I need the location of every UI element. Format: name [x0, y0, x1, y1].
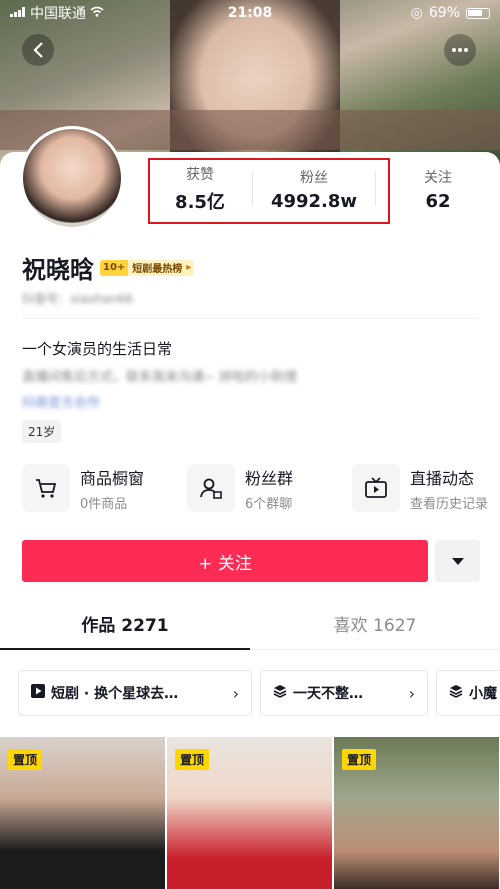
feature-subtitle: 查看历史记录 [410, 496, 489, 512]
group-icon [187, 464, 235, 512]
tab-likes[interactable]: 喜欢 1627 [250, 604, 500, 649]
bio-line: 直播间售后方式，联系我来沟通~ 拼啦的小助理 [22, 370, 298, 385]
collection-item[interactable]: 一天不整… › [260, 670, 428, 716]
feature-title: 直播动态 [410, 468, 475, 488]
feature-title: 粉丝群 [245, 468, 294, 488]
stat-following[interactable]: 关注 62 [376, 158, 500, 220]
profile-card: 获赞 8.5亿 粉丝 4992.8w 关注 62 祝晓晗 10+ 短剧最热榜 ▸… [0, 126, 500, 889]
cart-icon [22, 464, 70, 512]
more-dots-icon [452, 48, 468, 52]
live-icon [352, 464, 400, 512]
stat-value: 62 [425, 190, 451, 212]
feature-title: 商品橱窗 [80, 468, 145, 488]
tab-works[interactable]: 作品 2271 [0, 604, 250, 650]
age-tag: 21岁 [22, 420, 62, 443]
rank-badge[interactable]: 10+ 短剧最热榜 ▸ [100, 259, 195, 276]
bio-line: 一个女演员的生活日常 [22, 340, 173, 358]
layers-icon [449, 684, 463, 702]
play-icon [31, 684, 45, 702]
account-id[interactable]: 抖音号：xiaohan66 [22, 290, 133, 307]
follow-options-dropdown[interactable] [435, 540, 480, 582]
rank-badge-text: 短剧最热榜 [132, 264, 183, 275]
avatar[interactable] [20, 126, 124, 230]
profile-name-row: 祝晓晗 10+ 短剧最热榜 ▸ [22, 250, 195, 285]
stat-likes[interactable]: 获赞 8.5亿 [148, 158, 252, 220]
feature-live-history[interactable]: 直播动态 查看历史记录 [352, 464, 500, 512]
pinned-badge: 置顶 [175, 749, 210, 770]
feature-shop-window[interactable]: 商品橱窗 0件商品 [22, 464, 187, 512]
chevron-left-icon [33, 42, 43, 58]
layers-icon [273, 684, 287, 702]
collection-list: 短剧 · 换个星球去… › 一天不整… › 小魔 [18, 670, 500, 716]
stat-label: 粉丝 [300, 169, 328, 186]
video-thumbnail[interactable]: 置顶 [0, 737, 165, 889]
collection-item[interactable]: 小魔 [436, 670, 500, 716]
stat-label: 获赞 [186, 167, 214, 183]
video-thumbnail[interactable]: 置顶 [334, 737, 499, 889]
stat-value: 8.5亿 [175, 192, 225, 213]
video-grid: 置顶 置顶 置顶 [0, 737, 500, 889]
more-button[interactable] [444, 34, 476, 66]
pinned-badge: 置顶 [8, 749, 43, 770]
content-tabs: 作品 2271 喜欢 1627 [0, 604, 500, 650]
back-button[interactable] [22, 34, 54, 66]
profile-stats: 获赞 8.5亿 粉丝 4992.8w 关注 62 [148, 158, 500, 220]
rank-badge-number: 10+ [100, 259, 129, 276]
collection-label: 短剧 · 换个星球去… [51, 686, 179, 702]
pinned-badge: 置顶 [342, 749, 377, 770]
feature-fan-group[interactable]: 粉丝群 6个群聊 [187, 464, 352, 512]
clock: 21:08 [227, 5, 273, 21]
collection-item[interactable]: 短剧 · 换个星球去… › [18, 670, 252, 716]
stat-followers[interactable]: 粉丝 4992.8w [253, 158, 375, 220]
chevron-right-icon: › [232, 683, 239, 703]
collection-label: 一天不整… [293, 686, 363, 702]
status-bar: 中国联通 21:08 ◎ 69% [0, 0, 500, 26]
feature-subtitle: 6个群聊 [245, 496, 293, 512]
chevron-right-icon: ▸ [186, 262, 192, 273]
profile-name: 祝晓晗 [22, 256, 94, 284]
follow-button[interactable]: + 关注 [22, 540, 428, 582]
feature-subtitle: 0件商品 [80, 496, 128, 512]
collection-label: 小魔 [469, 686, 497, 702]
stat-value: 4992.8w [270, 190, 358, 212]
stat-label: 关注 [424, 169, 452, 186]
battery-icon [466, 7, 490, 19]
feature-row: 商品橱窗 0件商品 粉丝群 6个群聊 直播动态 查看历史记录 [22, 464, 500, 512]
video-thumbnail[interactable]: 置顶 [167, 737, 332, 889]
chevron-right-icon: › [408, 683, 415, 703]
bio-link[interactable]: 抖商官方合作 [22, 392, 100, 411]
